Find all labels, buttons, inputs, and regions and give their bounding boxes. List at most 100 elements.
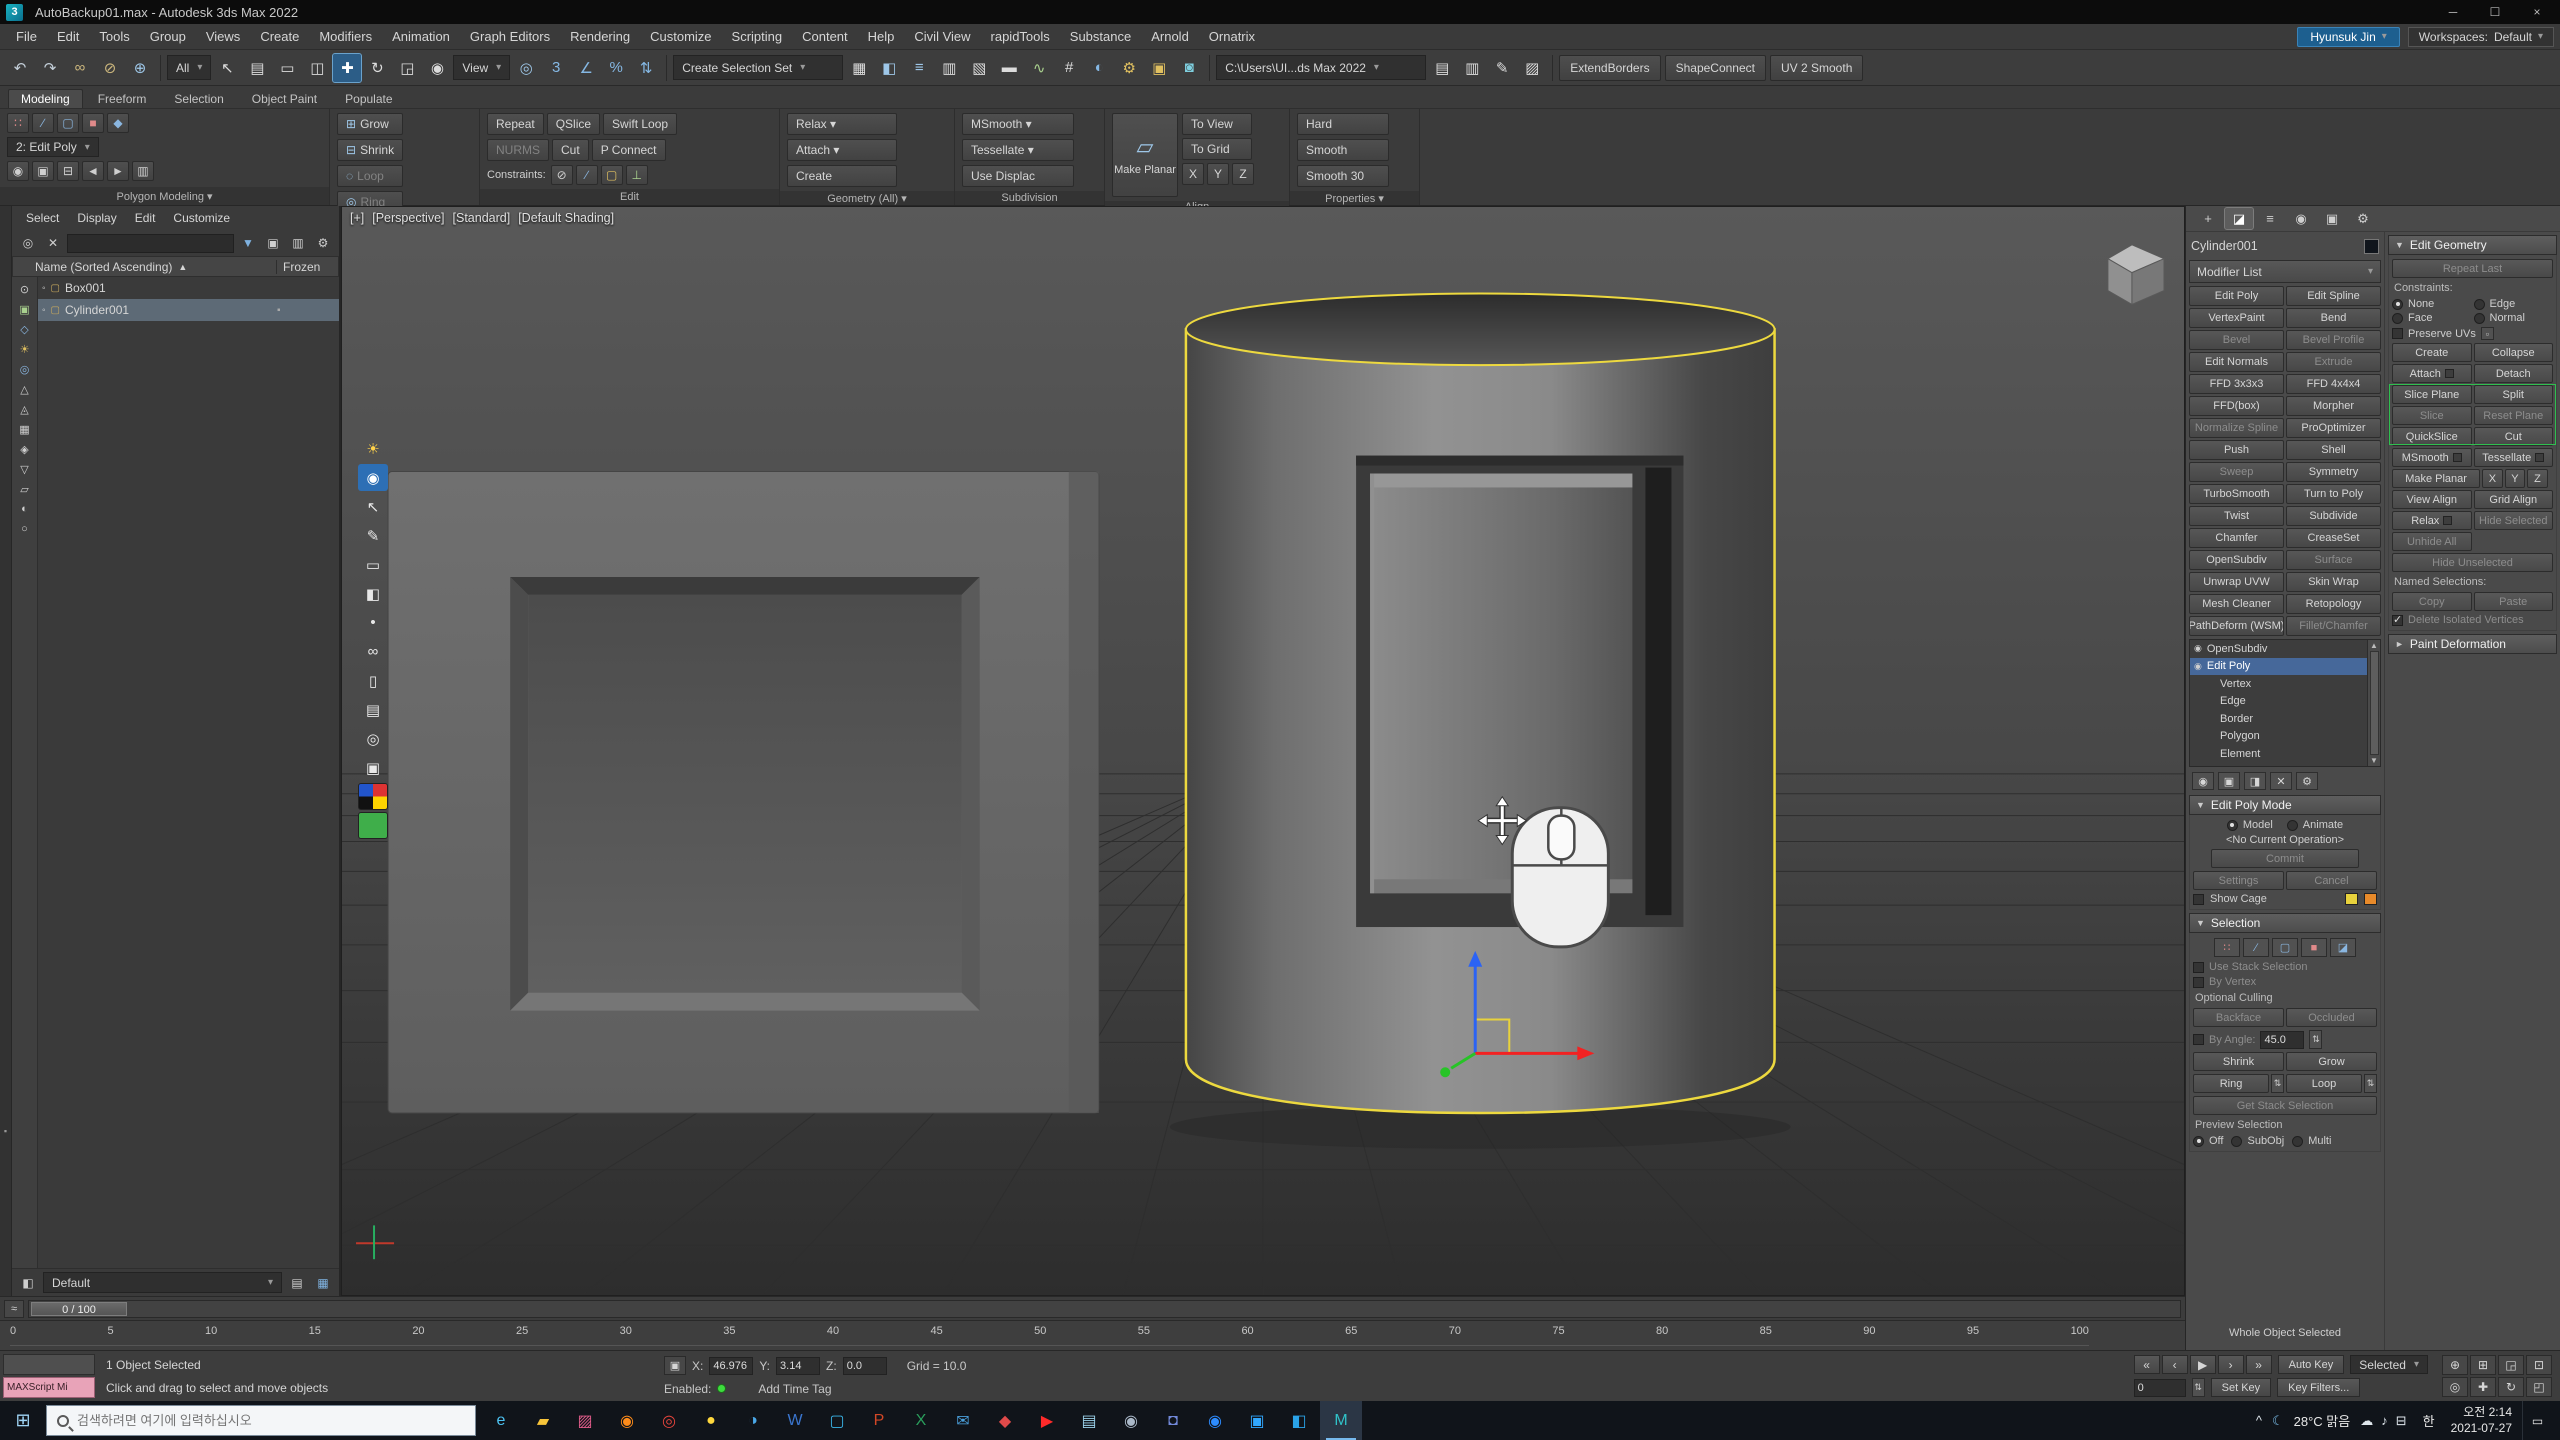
use-stack-selection-checkbox[interactable]	[2193, 962, 2204, 973]
rendered-frame-icon[interactable]: ▣	[1145, 54, 1173, 82]
key-filters-button[interactable]: Key Filters...	[2277, 1378, 2360, 1397]
display-frozen-icon[interactable]: ◐	[15, 500, 35, 518]
modifier-button[interactable]: Skin Wrap	[2286, 572, 2381, 592]
menu-item[interactable]: Tools	[89, 26, 139, 47]
minimize-button[interactable]: ─	[2436, 1, 2470, 23]
edge-subobject-icon[interactable]: ∕	[2243, 938, 2269, 957]
outlook-icon[interactable]: ✉	[942, 1401, 984, 1440]
shrink-button[interactable]: Shrink	[2193, 1052, 2284, 1071]
modifier-button[interactable]: Surface	[2286, 550, 2381, 570]
pin-stack-icon[interactable]: ◉	[7, 161, 29, 181]
ribbon-tab[interactable]: Populate	[332, 89, 405, 108]
explorer-list-icon[interactable]: ◧	[17, 1273, 39, 1293]
select-cursor-icon[interactable]: ↖	[358, 493, 388, 520]
menu-item[interactable]: Help	[858, 26, 905, 47]
by-angle-checkbox[interactable]	[2193, 1034, 2204, 1045]
render-production-icon[interactable]: ◙	[1175, 54, 1203, 82]
ribbon-group-label[interactable]: Subdivision	[955, 191, 1104, 205]
edit-geometry-button[interactable]: Make Planar	[2392, 469, 2480, 488]
rollout-header[interactable]: ▼ Edit Geometry	[2388, 235, 2557, 255]
cage-selected-color-swatch[interactable]	[2364, 893, 2377, 905]
menu-item[interactable]: Ornatrix	[1199, 26, 1265, 47]
eye-icon[interactable]: ◉	[358, 464, 388, 491]
modifier-button[interactable]: Sweep	[2189, 462, 2284, 482]
cancel-button[interactable]: Cancel	[2286, 871, 2377, 890]
import-icon[interactable]: ▤	[1428, 54, 1456, 82]
viewport-canvas[interactable]	[342, 207, 2184, 1295]
column-header-name[interactable]: Name (Sorted Ascending) ▲	[13, 260, 276, 274]
polygon-subobject-icon[interactable]: ■	[2301, 938, 2327, 957]
preview-selection-radio[interactable]: SubObj	[2231, 1135, 2284, 1147]
edit-geometry-button[interactable]: Split	[2474, 385, 2554, 404]
display-geometry-icon[interactable]: ▣	[15, 300, 35, 318]
by-angle-spinner[interactable]: ⇅	[2309, 1030, 2322, 1049]
edge-icon[interactable]: e	[480, 1401, 522, 1440]
whale-icon[interactable]: ◑	[732, 1401, 774, 1440]
menu-item[interactable]: Arnold	[1141, 26, 1199, 47]
edit-geometry-button[interactable]: Z	[2527, 469, 2548, 488]
toggle-layer-explorer-icon[interactable]: ▧	[965, 54, 993, 82]
viewport-label-segment[interactable]: [Default Shading]	[518, 211, 614, 225]
percent-snap-icon[interactable]: %	[602, 54, 630, 82]
show-cage-checkbox[interactable]	[2193, 894, 2204, 905]
modifier-button[interactable]: ProOptimizer	[2286, 418, 2381, 438]
commit-button[interactable]: Commit	[2211, 849, 2359, 868]
loop-spinner[interactable]: ⇅	[2364, 1074, 2377, 1093]
script-button[interactable]: ShapeConnect	[1665, 55, 1766, 81]
explorer-search-input[interactable]	[67, 234, 234, 253]
project-path-field[interactable]: C:\Users\UI...ds Max 2022 ▾	[1216, 55, 1426, 80]
discord-icon[interactable]: ◘	[1152, 1401, 1194, 1440]
ribbon-tab[interactable]: Freeform	[85, 89, 160, 108]
photoshop-icon[interactable]: ▣	[1236, 1401, 1278, 1440]
panel-tool-icon[interactable]: ◧	[358, 580, 388, 607]
redo-icon[interactable]: ↷	[36, 54, 64, 82]
unlink-icon[interactable]: ⊘	[96, 54, 124, 82]
constraint-normal-icon[interactable]: ⊥	[626, 165, 648, 185]
steam-icon[interactable]: ◉	[1110, 1401, 1152, 1440]
modifier-button[interactable]: Bevel Profile	[2286, 330, 2381, 350]
excel-icon[interactable]: X	[900, 1401, 942, 1440]
menu-item[interactable]: Animation	[382, 26, 460, 47]
go-to-end-button[interactable]: »	[2246, 1355, 2272, 1374]
select-by-name-icon[interactable]: ▤	[243, 54, 271, 82]
display-shapes-icon[interactable]: ◇	[15, 320, 35, 338]
file-explorer-icon[interactable]: ▰	[522, 1401, 564, 1440]
display-xrefs-icon[interactable]: ◈	[15, 440, 35, 458]
axis-button[interactable]: Y	[1207, 163, 1229, 185]
configure-modifier-sets-icon[interactable]: ⚙	[2296, 772, 2318, 790]
find-icon[interactable]: ◎	[17, 233, 39, 253]
menu-item[interactable]: Customize	[640, 26, 721, 47]
ribbon-button[interactable]: Use Displac	[962, 165, 1074, 187]
create-tab-icon[interactable]: +	[2194, 208, 2222, 229]
constraint-face-icon[interactable]: ▢	[601, 165, 623, 185]
axis-button[interactable]: X	[1182, 163, 1204, 185]
ribbon-button[interactable]: NURMS	[487, 139, 549, 161]
remove-modifier-icon[interactable]: ✕	[2270, 772, 2292, 790]
element-mode-icon[interactable]: ◆	[107, 113, 129, 133]
modifier-button[interactable]: Push	[2189, 440, 2284, 460]
modifier-button[interactable]: Shell	[2286, 440, 2381, 460]
rollout-header[interactable]: ▼ Edit Poly Mode	[2189, 795, 2381, 815]
photos-icon[interactable]: ▨	[564, 1401, 606, 1440]
lock-explorer-icon[interactable]: ▣	[262, 233, 284, 253]
perspective-viewport[interactable]: [+][Perspective][Standard][Default Shadi…	[341, 206, 2185, 1296]
maximize-viewport-toggle-icon[interactable]: ◰	[2526, 1377, 2552, 1397]
modifier-button[interactable]: Bend	[2286, 308, 2381, 328]
scene-explorer-menu-item[interactable]: Display	[69, 209, 124, 227]
taskbar-search[interactable]	[46, 1405, 476, 1436]
modifier-button[interactable]: Extrude	[2286, 352, 2381, 372]
by-angle-field[interactable]	[2260, 1031, 2304, 1049]
window-crossing-icon[interactable]: ◫	[303, 54, 331, 82]
explorer-grid-icon[interactable]: ▦	[312, 1273, 334, 1293]
edit-geometry-button[interactable]: Tessellate	[2474, 448, 2554, 467]
constraint-radio[interactable]: Face	[2392, 312, 2472, 324]
enabled-indicator[interactable]	[717, 1384, 726, 1393]
modifier-button[interactable]: Edit Spline	[2286, 286, 2381, 306]
visibility-icon[interactable]: ◦	[42, 305, 46, 316]
track-bar[interactable]: 0510152025303540455055606570758085909510…	[0, 1320, 2185, 1350]
modifier-stack-item[interactable]: Border	[2190, 710, 2367, 728]
menu-item[interactable]: Scripting	[722, 26, 793, 47]
display-helpers-icon[interactable]: △	[15, 380, 35, 398]
toggle-scene-explorer-icon[interactable]: ▥	[935, 54, 963, 82]
get-stack-selection-button[interactable]: Get Stack Selection	[2193, 1096, 2377, 1115]
